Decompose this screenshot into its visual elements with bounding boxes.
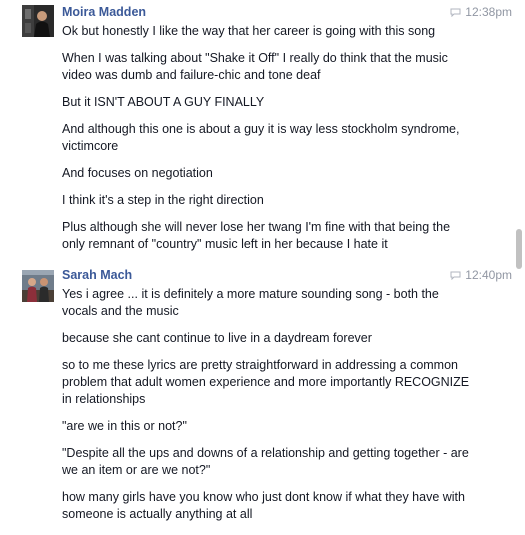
message-text: Ok but honestly I like the way that her … [62,24,436,38]
scrollbar-thumb[interactable] [516,229,522,269]
message-text: so to me these lyrics are pretty straigh… [62,358,470,406]
message-timestamp: 12:38pm [450,5,512,19]
message-text: how many girls have you know who just do… [62,490,465,521]
message-text: Yes i agree ... it is definitely a more … [62,287,439,318]
timestamp-label: 12:40pm [465,268,512,282]
message-timestamp: 12:40pm [450,268,512,282]
message-text: When I was talking about "Shake it Off" … [62,51,448,82]
sender-name[interactable]: Sarah Mach [62,268,132,282]
avatar[interactable] [22,270,54,302]
timestamp-label: 12:38pm [465,5,512,19]
chat-bubble-icon [450,271,461,280]
message-text: Plus although she will never lose her tw… [62,220,451,251]
message-text: I think it's a step in the right directi… [62,193,264,207]
message-text: "Despite all the ups and downs of a rela… [62,446,469,477]
message-text: And focuses on negotiation [62,166,213,180]
chat-bubble-icon [450,8,461,17]
message-text: "are we in this or not?" [62,419,187,433]
message-text: And although this one is about a guy it … [62,122,460,153]
sender-name[interactable]: Moira Madden [62,5,146,19]
conversation-thread: Moira Madden 12:38pm Ok but honestly I l… [0,0,512,535]
message-text: because she cant continue to live in a d… [62,331,372,345]
message-text: But it ISN'T ABOUT A GUY FINALLY [62,95,265,109]
avatar[interactable] [22,5,54,37]
